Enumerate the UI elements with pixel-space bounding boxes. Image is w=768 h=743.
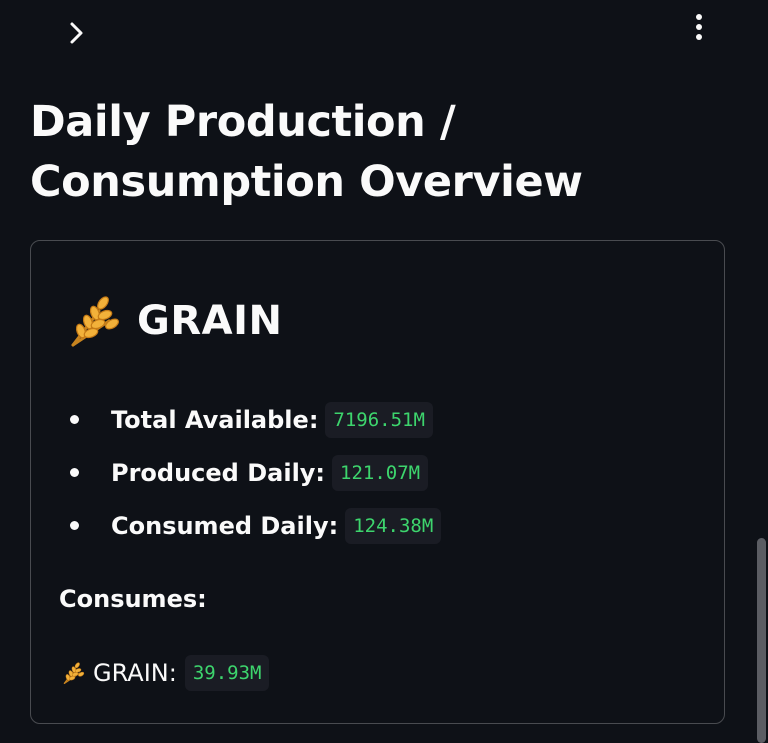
list-item: Produced Daily: 121.07M: [61, 446, 441, 499]
chevron-right-icon: [70, 22, 83, 44]
consume-item: GRAIN: 39.93M: [61, 655, 270, 691]
scrollbar-thumb[interactable]: [757, 538, 766, 743]
wheat-sheaf-icon: [63, 662, 85, 684]
bullet-icon: [70, 521, 79, 530]
consumes-heading: Consumes:: [59, 585, 207, 613]
consumed-daily-label: Consumed Daily:: [111, 511, 339, 540]
produced-daily-label: Produced Daily:: [111, 458, 326, 487]
page-title: Daily Production / Consumption Overview: [30, 97, 583, 207]
resource-card: GRAIN Total Available: 7196.51M Produced…: [30, 240, 725, 724]
main-menu-button[interactable]: [684, 10, 714, 44]
list-item: Total Available: 7196.51M: [61, 393, 441, 446]
bullet-icon: [70, 468, 79, 477]
total-available-label: Total Available:: [111, 405, 319, 434]
produced-daily-value: 121.07M: [332, 454, 429, 491]
consume-item-label: GRAIN:: [93, 659, 177, 687]
list-item: Consumed Daily: 124.38M: [61, 499, 442, 552]
wheat-sheaf-icon: [71, 296, 119, 347]
resource-name: GRAIN: [137, 298, 283, 344]
resource-header: GRAIN: [65, 293, 282, 349]
bullet-icon: [70, 415, 79, 424]
resource-stats-list: Total Available: 7196.51M Produced Daily…: [61, 393, 442, 552]
total-available-value: 7196.51M: [325, 401, 433, 438]
sidebar-expand-button[interactable]: [62, 18, 92, 48]
vertical-ellipsis-icon: [696, 14, 702, 40]
consume-item-value: 39.93M: [184, 655, 270, 691]
consumed-daily-value: 124.38M: [345, 507, 442, 544]
